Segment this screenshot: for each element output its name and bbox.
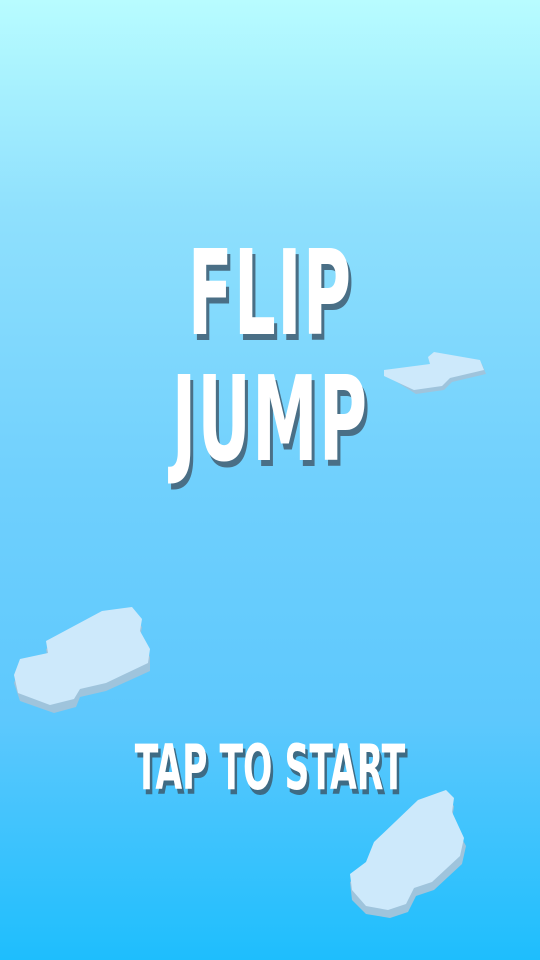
cloud-platform-icon [14,607,150,713]
game-screen[interactable]: { "game": { "title_line1": "FLIP", "titl… [0,0,540,960]
cloud-platform-icon [384,352,486,394]
game-title-line1: FLIP [187,224,353,362]
tap-to-start-button[interactable]: TAP TO START [103,737,438,799]
cloud-platform-icon [350,790,466,918]
